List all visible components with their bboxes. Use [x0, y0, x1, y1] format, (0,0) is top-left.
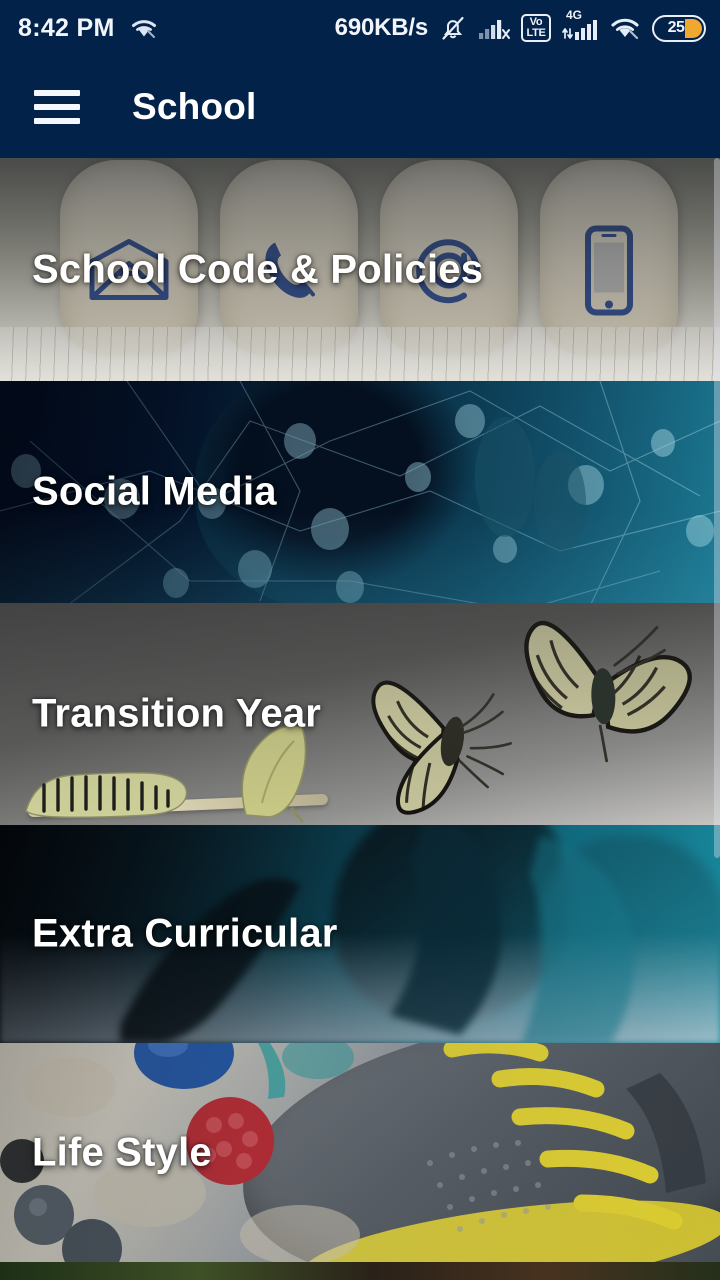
- list-item[interactable]: Transition Year: [0, 603, 720, 825]
- wifi-icon: [609, 15, 641, 41]
- list-item[interactable]: Social Media: [0, 381, 720, 603]
- signal-no-service-icon: [478, 15, 510, 41]
- app-bar: School: [0, 56, 720, 158]
- battery-icon: 25: [652, 14, 706, 42]
- wifi-icon: [129, 16, 159, 40]
- battery-percent-label: 25: [667, 19, 685, 36]
- scrollbar-thumb[interactable]: [714, 158, 720, 858]
- list-item[interactable]: Life Style: [0, 1043, 720, 1262]
- network-speed-label: 690KB/s: [334, 14, 429, 41]
- list-item-label: Transition Year: [32, 691, 322, 736]
- list-item-label: Social Media: [32, 469, 277, 514]
- mobile-data-4g-icon: 4G: [562, 8, 598, 44]
- status-bar-right: 690KB/s Vo LTE 4G 25: [334, 8, 706, 44]
- status-bar: 8:42 PM 690KB/s Vo LTE 4G 25: [0, 0, 720, 56]
- status-clock: 8:42 PM: [18, 13, 115, 42]
- list-item-label: Life Style: [32, 1130, 212, 1174]
- hamburger-menu-icon[interactable]: [34, 90, 80, 124]
- list-item-label: Extra Curricular: [32, 911, 338, 956]
- list-item[interactable]: Extra Curricular: [0, 825, 720, 1043]
- page-title: School: [132, 86, 257, 127]
- list-item[interactable]: School Code & Policies: [0, 158, 720, 381]
- category-list[interactable]: School Code & Policies Social Media Tran…: [0, 158, 720, 1280]
- battery-fill: [685, 18, 702, 38]
- list-item-partial[interactable]: [0, 1262, 720, 1280]
- status-bar-left: 8:42 PM: [18, 14, 159, 43]
- volte-badge-icon: Vo LTE: [521, 14, 551, 42]
- list-item-label: School Code & Policies: [32, 247, 484, 291]
- bell-muted-icon: [439, 14, 467, 42]
